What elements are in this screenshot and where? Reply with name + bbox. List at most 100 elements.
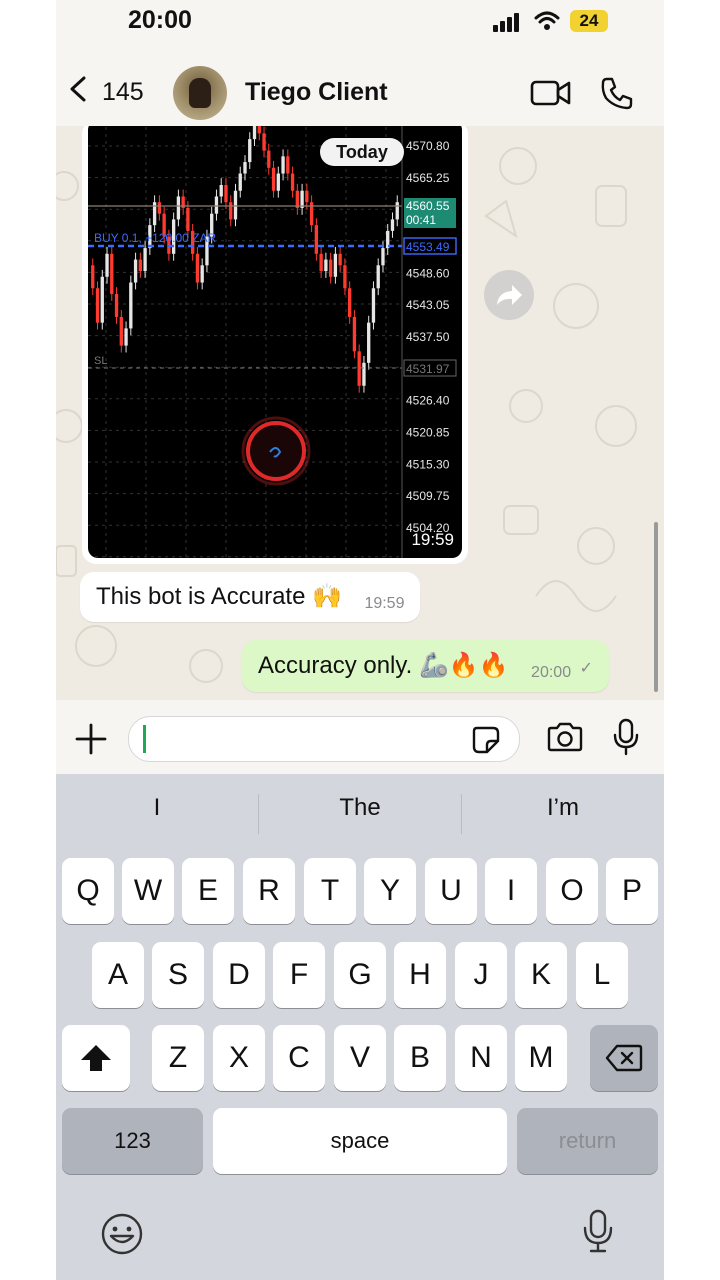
key-u[interactable]: U: [425, 858, 477, 924]
trading-chart-image[interactable]: BUY 0.1, +120.00 ZAR SL 4570.80 4565.25 45…: [88, 126, 462, 558]
image-message-bubble[interactable]: BUY 0.1, +120.00 ZAR SL 4570.80 4565.25 45…: [82, 126, 468, 564]
shift-key[interactable]: [62, 1025, 130, 1091]
camera-icon[interactable]: [546, 722, 584, 752]
video-icon[interactable]: [530, 78, 572, 108]
key-l[interactable]: L: [576, 942, 628, 1008]
candle-body: [376, 265, 380, 289]
suggestion-2[interactable]: The: [259, 794, 461, 822]
key-c[interactable]: C: [273, 1025, 325, 1091]
message-input[interactable]: [128, 716, 520, 762]
price-axis-label: 4537.50: [406, 330, 450, 344]
candle-body: [143, 248, 147, 272]
key-y[interactable]: Y: [364, 858, 416, 924]
key-i[interactable]: I: [485, 858, 537, 924]
candle-body: [395, 202, 399, 220]
key-g[interactable]: G: [334, 942, 386, 1008]
key-h[interactable]: H: [394, 942, 446, 1008]
backspace-key[interactable]: [590, 1025, 658, 1091]
candle-body: [114, 293, 119, 317]
candle-body: [214, 196, 219, 214]
chat-header: 145 Tiego Client: [56, 48, 664, 126]
buy-price: 4553.49: [406, 240, 450, 254]
key-r[interactable]: R: [243, 858, 295, 924]
avatar[interactable]: [173, 66, 227, 120]
key-w[interactable]: W: [122, 858, 174, 924]
contact-name[interactable]: Tiego Client: [245, 78, 388, 107]
current-price: 4560.55: [406, 199, 450, 213]
key-o[interactable]: O: [546, 858, 598, 924]
emoji-icon[interactable]: [100, 1212, 144, 1256]
candle-body: [119, 316, 123, 346]
phone-screen: 20:00 24 145 Tiego Client BUY 0.1, +120.…: [56, 0, 664, 1280]
key-e[interactable]: E: [182, 858, 234, 924]
back-icon[interactable]: [68, 76, 88, 102]
buy-label: BUY 0.1, +120.00 ZAR: [94, 231, 217, 245]
candle-body: [100, 276, 104, 323]
suggestion-3[interactable]: I’m: [462, 794, 664, 822]
candle-body: [295, 190, 299, 208]
key-p[interactable]: P: [606, 858, 658, 924]
key-j[interactable]: J: [455, 942, 507, 1008]
message-text: This bot is Accurate 🙌: [96, 583, 342, 610]
candle-body: [338, 253, 342, 266]
key-z[interactable]: Z: [152, 1025, 204, 1091]
price-axis-label: 4526.40: [406, 394, 450, 408]
candle-body: [314, 225, 319, 254]
scrollbar[interactable]: [654, 522, 658, 692]
sticker-icon[interactable]: [471, 725, 501, 755]
key-k[interactable]: K: [515, 942, 567, 1008]
key-m[interactable]: M: [515, 1025, 567, 1091]
key-d[interactable]: D: [213, 942, 265, 1008]
candle-body: [233, 190, 238, 220]
unread-count[interactable]: 145: [102, 78, 144, 107]
candle-body: [267, 150, 271, 168]
return-key[interactable]: return: [517, 1108, 658, 1174]
numbers-key[interactable]: 123: [62, 1108, 203, 1174]
candle-body: [248, 139, 252, 163]
key-a[interactable]: A: [92, 942, 144, 1008]
text-cursor: [143, 725, 146, 753]
phone-icon[interactable]: [600, 76, 634, 110]
mic-icon[interactable]: [612, 718, 640, 756]
incoming-message[interactable]: This bot is Accurate 🙌 19:59: [80, 572, 421, 622]
candle-body: [229, 202, 233, 220]
status-bar: 20:00 24: [56, 0, 664, 48]
plus-icon[interactable]: [74, 722, 108, 756]
key-b[interactable]: B: [394, 1025, 446, 1091]
outgoing-message[interactable]: Accuracy only. 🦾🔥🔥 20:00 ✓: [242, 640, 609, 692]
key-q[interactable]: Q: [62, 858, 114, 924]
price-axis-label: 4565.25: [406, 171, 450, 185]
shift-icon: [81, 1045, 111, 1071]
candle-body: [333, 253, 338, 277]
dictation-mic-icon[interactable]: [582, 1208, 614, 1254]
wifi-icon: [534, 11, 560, 30]
key-v[interactable]: V: [334, 1025, 386, 1091]
cellular-signal-icon: [493, 12, 521, 32]
keyboard: I The I’m Q W E R T Y U I O P A S D F G …: [56, 774, 664, 1280]
suggestion-bar: I The I’m: [56, 774, 664, 854]
candle-body: [110, 253, 114, 294]
price-axis-label: 4520.85: [406, 426, 450, 440]
price-axis-label: 4570.80: [406, 139, 450, 153]
key-s[interactable]: S: [152, 942, 204, 1008]
candle-body: [290, 173, 295, 191]
forward-icon: [497, 285, 522, 305]
key-f[interactable]: F: [273, 942, 325, 1008]
key-x[interactable]: X: [213, 1025, 265, 1091]
chat-area[interactable]: BUY 0.1, +120.00 ZAR SL 4570.80 4565.25 45…: [56, 126, 664, 700]
candle-body: [129, 282, 133, 329]
suggestion-1[interactable]: I: [56, 794, 258, 822]
candle-body: [352, 316, 357, 352]
forward-button[interactable]: [484, 270, 534, 320]
candle-body: [238, 173, 242, 191]
key-t[interactable]: T: [304, 858, 356, 924]
message-text: Accuracy only. 🦾🔥🔥: [258, 652, 509, 679]
space-key[interactable]: space: [213, 1108, 507, 1174]
price-axis-label: 4515.30: [406, 457, 450, 471]
key-n[interactable]: N: [455, 1025, 507, 1091]
date-badge-text: Today: [336, 142, 388, 162]
candle-body: [224, 185, 228, 203]
candle-body: [343, 265, 347, 289]
candle-body: [124, 328, 128, 346]
candle-body: [257, 126, 261, 134]
